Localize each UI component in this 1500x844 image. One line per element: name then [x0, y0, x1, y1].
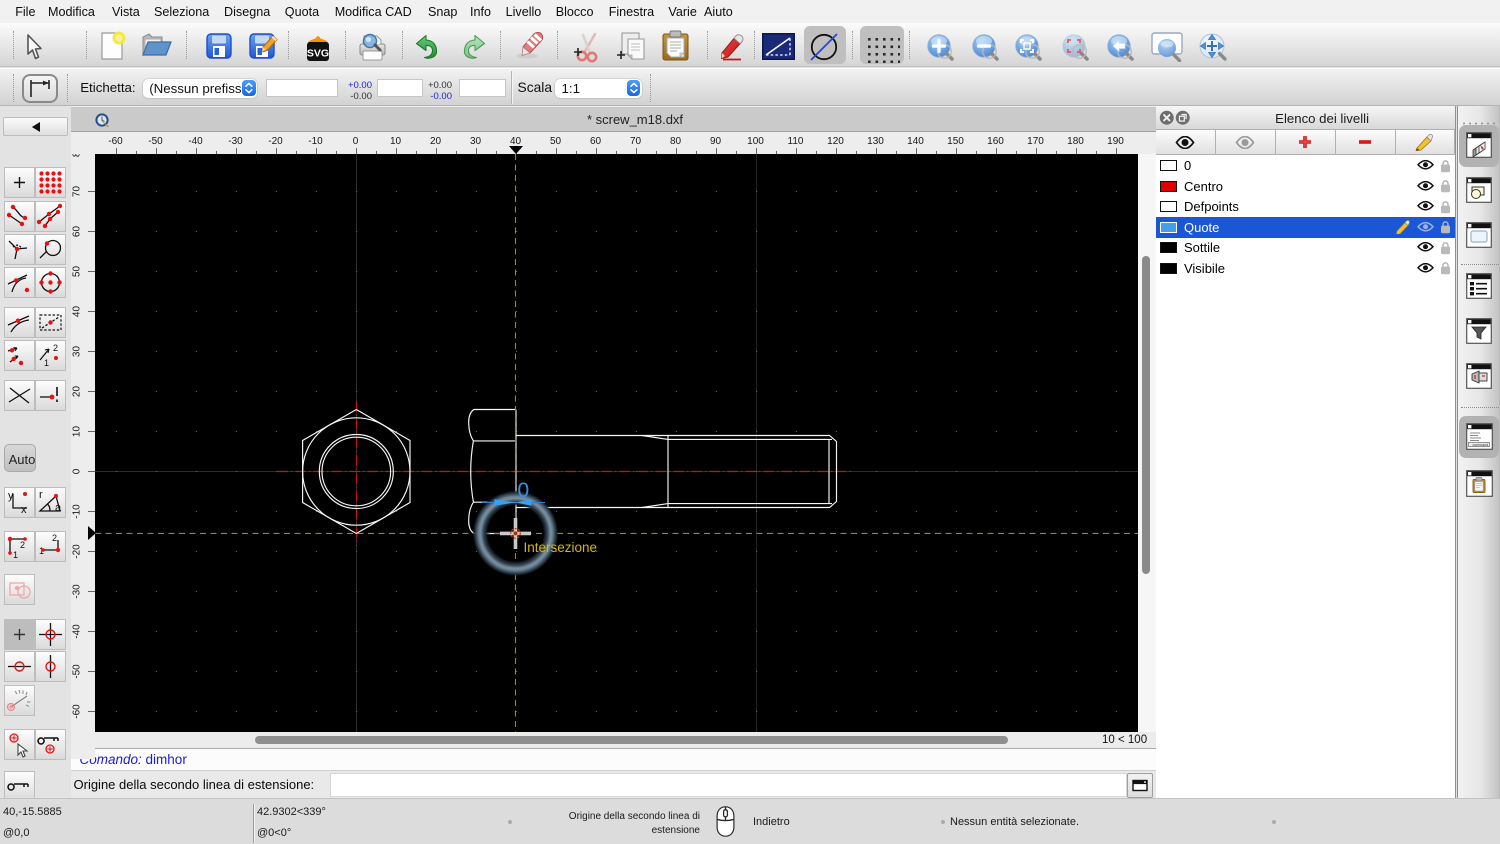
svg-text:1: 1 [13, 550, 18, 560]
svg-text:2: 2 [52, 533, 57, 543]
svg-text:2: 2 [20, 540, 25, 550]
svg-text:command: command [1472, 443, 1488, 447]
svg-text:r: r [39, 489, 43, 501]
svg-text:0: 0 [517, 479, 529, 502]
svg-text:1: 1 [44, 358, 49, 368]
svg-text:x: x [21, 504, 27, 516]
svg-text:2: 2 [53, 343, 58, 353]
svg-text:SVG: SVG [307, 47, 329, 59]
svg-text:Intersezione: Intersezione [523, 540, 597, 555]
